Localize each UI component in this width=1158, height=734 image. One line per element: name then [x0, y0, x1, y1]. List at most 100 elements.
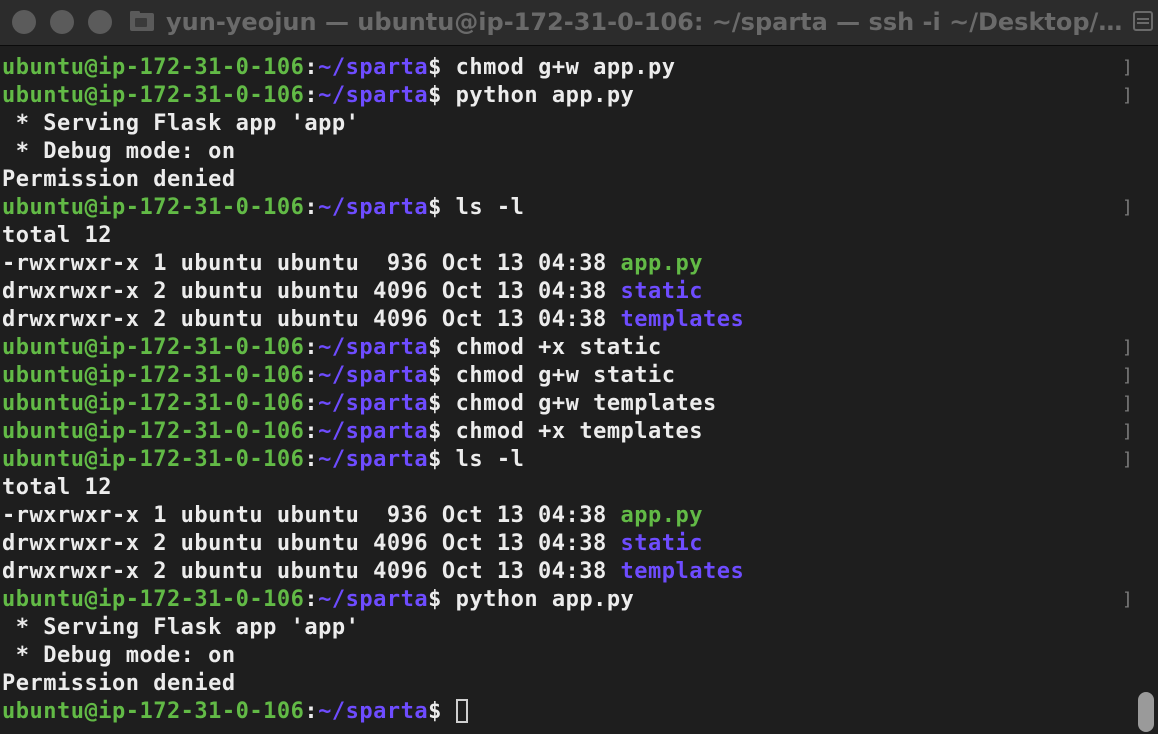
- line-mark: ]: [1122, 589, 1134, 610]
- prompt-user: ubuntu@ip-172-31-0-106: [2, 363, 305, 388]
- prompt-path: ~/sparta: [318, 587, 429, 612]
- prompt-user: ubuntu@ip-172-31-0-106: [2, 335, 305, 360]
- prompt-dollar: $: [428, 363, 442, 388]
- line-mark: ]: [1122, 337, 1134, 358]
- prompt-dollar: $: [428, 699, 442, 724]
- line-mark: ]: [1122, 365, 1134, 386]
- command-text: ls -l: [441, 447, 525, 472]
- output-text: * Debug mode: on: [2, 643, 236, 668]
- line-mark: ]: [1122, 421, 1134, 442]
- command-text: chmod g+w app.py: [441, 55, 676, 80]
- prompt-path: ~/sparta: [318, 335, 429, 360]
- prompt-dollar: $: [428, 55, 442, 80]
- line-mark: ]: [1122, 393, 1134, 414]
- prompt-user: ubuntu@ip-172-31-0-106: [2, 699, 305, 724]
- output-line: drwxrwxr-x 2 ubuntu ubuntu 4096 Oct 13 0…: [2, 530, 1132, 558]
- prompt-user: ubuntu@ip-172-31-0-106: [2, 83, 305, 108]
- prompt-dollar: $: [428, 587, 442, 612]
- prompt-colon: :: [304, 363, 319, 388]
- output-text: Permission denied: [2, 167, 236, 192]
- command-text: python app.py: [441, 83, 635, 108]
- terminal-cursor: [455, 699, 468, 723]
- output-line: total 12: [2, 474, 1132, 502]
- split-view-icon[interactable]: [1132, 10, 1154, 32]
- prompt-user: ubuntu@ip-172-31-0-106: [2, 587, 305, 612]
- prompt-line: ubuntu@ip-172-31-0-106:~/sparta$ chmod +…: [2, 334, 1134, 362]
- command-text: chmod +x static: [441, 335, 662, 360]
- file-info: -rwxrwxr-x 1 ubuntu ubuntu 936 Oct 13 04…: [2, 251, 621, 276]
- prompt-user: ubuntu@ip-172-31-0-106: [2, 391, 305, 416]
- minimize-button[interactable]: [50, 10, 74, 34]
- prompt-path: ~/sparta: [318, 83, 429, 108]
- output-line: Permission denied: [2, 166, 1132, 194]
- prompt-user: ubuntu@ip-172-31-0-106: [2, 419, 305, 444]
- prompt-dollar: $: [428, 419, 442, 444]
- command-text: chmod g+w templates: [441, 391, 717, 416]
- prompt-line: ubuntu@ip-172-31-0-106:~/sparta$ chmod +…: [2, 418, 1134, 446]
- output-line: drwxrwxr-x 2 ubuntu ubuntu 4096 Oct 13 0…: [2, 558, 1132, 586]
- output-text: * Serving Flask app 'app': [2, 111, 360, 136]
- prompt-line: ubuntu@ip-172-31-0-106:~/sparta$: [2, 698, 1132, 726]
- command-text: chmod g+w static: [441, 363, 676, 388]
- line-mark: ]: [1122, 197, 1134, 218]
- output-line: * Debug mode: on: [2, 138, 1132, 166]
- prompt-line: ubuntu@ip-172-31-0-106:~/sparta$ python …: [2, 82, 1134, 110]
- output-line: drwxrwxr-x 2 ubuntu ubuntu 4096 Oct 13 0…: [2, 306, 1132, 334]
- scrollbar-thumb[interactable]: [1138, 692, 1154, 732]
- command-text: chmod +x templates: [441, 419, 704, 444]
- output-line: Permission denied: [2, 670, 1132, 698]
- prompt-user: ubuntu@ip-172-31-0-106: [2, 195, 305, 220]
- prompt-path: ~/sparta: [318, 195, 429, 220]
- prompt-dollar: $: [428, 447, 442, 472]
- prompt-user: ubuntu@ip-172-31-0-106: [2, 447, 305, 472]
- title-bar[interactable]: yun-yeojun — ubuntu@ip-172-31-0-106: ~/s…: [0, 0, 1158, 46]
- prompt-user: ubuntu@ip-172-31-0-106: [2, 55, 305, 80]
- terminal-window: yun-yeojun — ubuntu@ip-172-31-0-106: ~/s…: [0, 0, 1158, 734]
- command-text: [442, 699, 456, 724]
- output-text: * Debug mode: on: [2, 139, 236, 164]
- prompt-colon: :: [304, 391, 319, 416]
- prompt-colon: :: [304, 419, 319, 444]
- zoom-button[interactable]: [88, 10, 112, 34]
- file-info: drwxrwxr-x 2 ubuntu ubuntu 4096 Oct 13 0…: [2, 559, 621, 584]
- prompt-line: ubuntu@ip-172-31-0-106:~/sparta$ chmod g…: [2, 54, 1134, 82]
- line-mark: ]: [1122, 85, 1134, 106]
- prompt-dollar: $: [428, 83, 442, 108]
- file-name: static: [620, 531, 704, 556]
- prompt-path: ~/sparta: [318, 363, 429, 388]
- file-name: app.py: [620, 251, 704, 276]
- output-text: total 12: [2, 223, 112, 248]
- command-text: python app.py: [441, 587, 635, 612]
- file-info: drwxrwxr-x 2 ubuntu ubuntu 4096 Oct 13 0…: [2, 279, 621, 304]
- prompt-line: ubuntu@ip-172-31-0-106:~/sparta$ chmod g…: [2, 390, 1134, 418]
- prompt-colon: :: [304, 55, 319, 80]
- prompt-colon: :: [304, 699, 319, 724]
- prompt-line: ubuntu@ip-172-31-0-106:~/sparta$ chmod g…: [2, 362, 1134, 390]
- line-mark: ]: [1122, 449, 1134, 470]
- prompt-dollar: $: [428, 391, 442, 416]
- close-button[interactable]: [12, 10, 36, 34]
- output-line: total 12: [2, 222, 1132, 250]
- prompt-colon: :: [304, 195, 319, 220]
- output-line: * Serving Flask app 'app': [2, 614, 1132, 642]
- prompt-dollar: $: [428, 195, 442, 220]
- prompt-line: ubuntu@ip-172-31-0-106:~/sparta$ ls -l]: [2, 194, 1134, 222]
- output-line: * Debug mode: on: [2, 642, 1132, 670]
- line-mark: ]: [1122, 57, 1134, 78]
- output-text: * Serving Flask app 'app': [2, 615, 360, 640]
- prompt-path: ~/sparta: [318, 419, 429, 444]
- file-info: drwxrwxr-x 2 ubuntu ubuntu 4096 Oct 13 0…: [2, 531, 621, 556]
- prompt-path: ~/sparta: [318, 699, 429, 724]
- prompt-colon: :: [304, 587, 319, 612]
- prompt-path: ~/sparta: [318, 55, 429, 80]
- output-line: -rwxrwxr-x 1 ubuntu ubuntu 936 Oct 13 04…: [2, 250, 1132, 278]
- terminal-output[interactable]: ubuntu@ip-172-31-0-106:~/sparta$ chmod g…: [2, 54, 1134, 734]
- prompt-colon: :: [304, 335, 319, 360]
- output-line: drwxrwxr-x 2 ubuntu ubuntu 4096 Oct 13 0…: [2, 278, 1132, 306]
- file-info: drwxrwxr-x 2 ubuntu ubuntu 4096 Oct 13 0…: [2, 307, 621, 332]
- prompt-colon: :: [304, 83, 319, 108]
- prompt-path: ~/sparta: [318, 391, 429, 416]
- prompt-line: ubuntu@ip-172-31-0-106:~/sparta$ python …: [2, 586, 1134, 614]
- prompt-dollar: $: [428, 335, 442, 360]
- output-line: -rwxrwxr-x 1 ubuntu ubuntu 936 Oct 13 04…: [2, 502, 1132, 530]
